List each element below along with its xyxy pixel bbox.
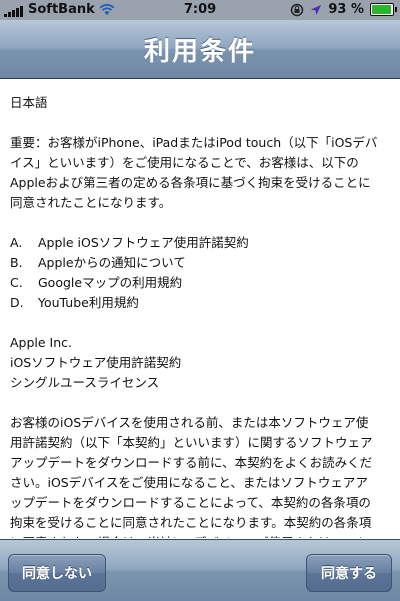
decline-button[interactable]: 同意しない	[8, 554, 106, 592]
list-marker: C.	[10, 275, 23, 290]
list-text: Apple iOSソフトウェア使用許諾契約	[38, 235, 249, 250]
license-title: iOSソフトウェア使用許諾契約	[10, 355, 182, 370]
list-item: B. Appleからの通知について	[10, 253, 380, 273]
list-text: Googleマップの利用規約	[38, 275, 183, 290]
list-text: Appleからの通知について	[38, 255, 186, 270]
license-type: シングルユースライセンス	[10, 375, 160, 390]
navigation-bar: 利用条件	[0, 20, 400, 79]
battery-icon	[370, 3, 397, 16]
bottom-toolbar: 同意しない 同意する	[0, 539, 400, 601]
list-item: C. Googleマップの利用規約	[10, 273, 380, 293]
page-title: 利用条件	[143, 36, 256, 67]
rotation-lock-icon	[291, 3, 304, 16]
list-item: D. YouTube利用規約	[10, 293, 380, 313]
list-marker: A.	[10, 235, 23, 250]
status-bar: SoftBank 7:09 93 %	[0, 0, 400, 20]
list-text: YouTube利用規約	[38, 295, 139, 310]
list-marker: B.	[10, 255, 23, 270]
location-arrow-icon	[311, 4, 322, 15]
list-marker: D.	[10, 295, 24, 310]
language-label: 日本語	[10, 95, 48, 110]
terms-content[interactable]: 日本語 重要：お客様がiPhone、iPadまたはiPod touch（以下「i…	[0, 79, 400, 538]
terms-list: A. Apple iOSソフトウェア使用許諾契約 B. Appleからの通知につ…	[10, 233, 380, 313]
accept-button[interactable]: 同意する	[306, 554, 392, 592]
battery-percent: 93 %	[328, 2, 364, 17]
status-right: 93 %	[290, 2, 397, 17]
company-name: Apple Inc.	[10, 335, 73, 350]
intro-paragraph: 重要：お客様がiPhone、iPadまたはiPod touch（以下「iOSデバ…	[10, 135, 378, 210]
body-paragraph: お客様のiOSデバイスを使用される前、または本ソフトウェア使用許諾契約（以下「本…	[10, 415, 373, 538]
list-item: A. Apple iOSソフトウェア使用許諾契約	[10, 233, 380, 253]
